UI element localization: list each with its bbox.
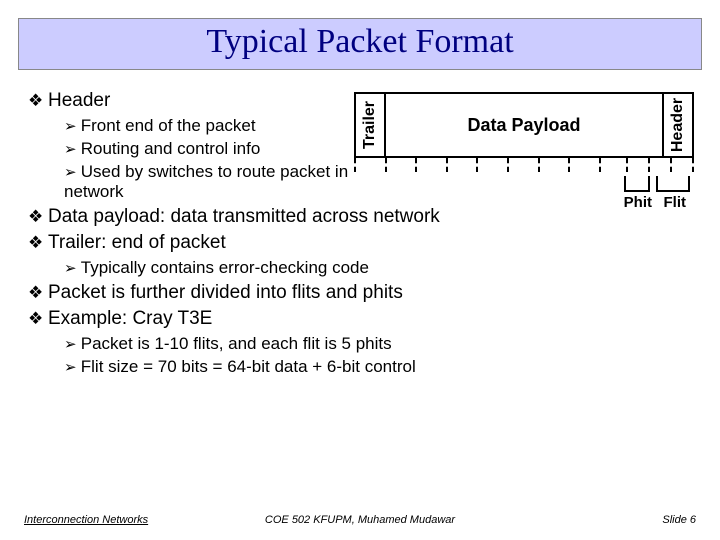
bullet-example: Example: Cray T3E [28,308,692,330]
packet-payload-column: Data Payload [384,94,664,156]
flit-bracket [656,176,690,192]
subbullet-packet-flits: Packet is 1-10 flits, and each flit is 5… [64,334,692,354]
bullet-trailer: Trailer: end of packet [28,232,692,254]
packet-row: Trailer Data Payload Header [354,92,694,158]
slide-title-band: Typical Packet Format [18,18,702,70]
bullet-header: Header [28,90,348,112]
slide-footer: Interconnection Networks COE 502 KFUPM, … [0,514,720,532]
packet-trailer-label: Trailer [361,101,379,149]
packet-trailer-column: Trailer [356,94,384,156]
bullet-flits-phits: Packet is further divided into flits and… [28,282,692,304]
packet-tick-marks [354,158,694,172]
packet-header-label: Header [669,98,687,152]
subbullet-error-check: Typically contains error-checking code [64,258,692,278]
subbullet-used-by-switches: Used by switches to route packet in netw… [64,162,364,202]
subbullet-routing-info: Routing and control info [64,139,364,159]
footer-center: COE 502 KFUPM, Muhamed Mudawar [0,514,720,526]
packet-payload-label: Data Payload [467,115,580,136]
packet-diagram: Trailer Data Payload Header P [354,92,694,222]
packet-header-column: Header [664,94,692,156]
phit-bracket [624,176,650,192]
subbullet-front-end: Front end of the packet [64,116,364,136]
slide-title: Typical Packet Format [206,23,513,60]
footer-right: Slide 6 [662,514,696,526]
flit-label: Flit [664,194,687,211]
phit-label: Phit [624,194,652,211]
subbullet-flit-size: Flit size = 70 bits = 64-bit data + 6-bi… [64,357,692,377]
